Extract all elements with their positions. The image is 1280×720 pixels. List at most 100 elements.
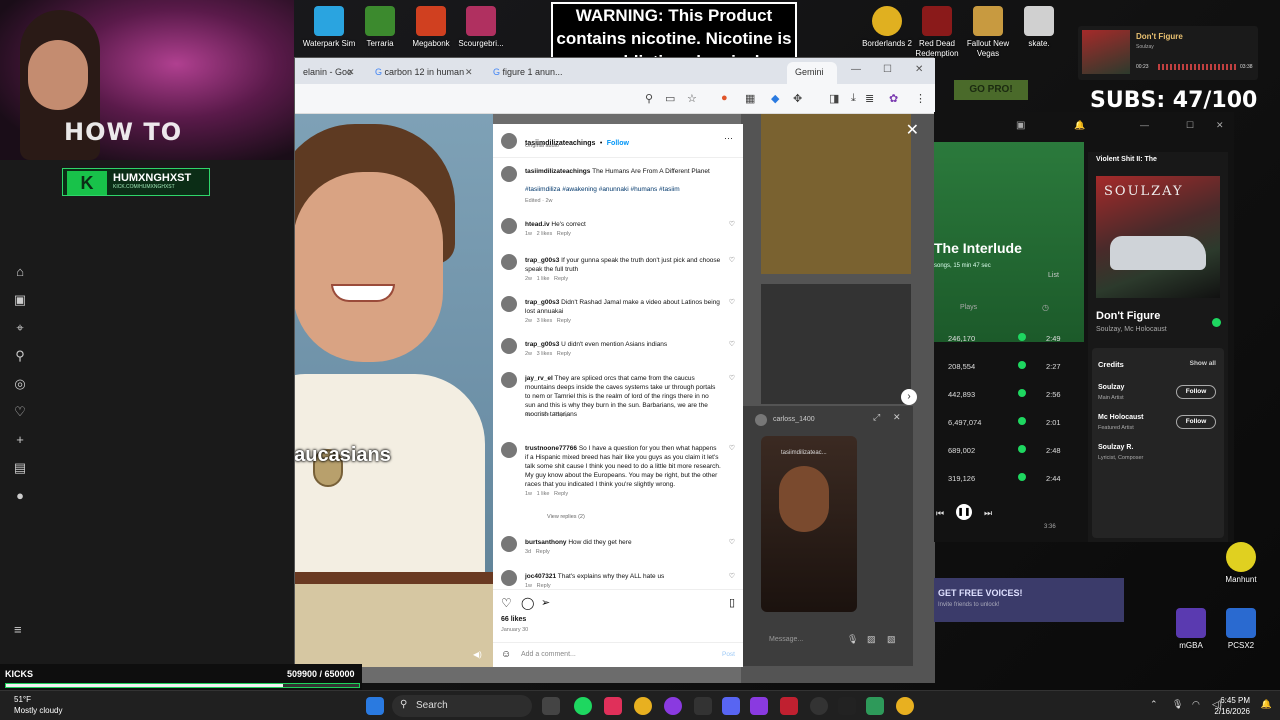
puzzle-icon[interactable]: ✥ bbox=[793, 92, 802, 105]
taskbar-search[interactable]: Search bbox=[392, 695, 532, 717]
message-input[interactable]: Message... bbox=[769, 636, 803, 643]
saved-check-icon[interactable] bbox=[1018, 333, 1026, 341]
comment-user[interactable]: trap_g00s3 bbox=[525, 257, 559, 264]
popup-user[interactable]: carloss_1400 bbox=[773, 416, 815, 423]
menu-icon[interactable]: ≡ bbox=[14, 622, 22, 637]
avatar[interactable] bbox=[501, 536, 517, 552]
avatar[interactable] bbox=[501, 442, 517, 458]
saved-check-icon[interactable] bbox=[1018, 417, 1026, 425]
comment-user[interactable]: burtsanthony bbox=[525, 539, 567, 546]
saved-check-icon[interactable] bbox=[1018, 389, 1026, 397]
tab-gemini[interactable]: Gemini bbox=[787, 62, 837, 84]
comment-meta[interactable]: 2w 1 like Reply bbox=[525, 276, 568, 282]
audio-label[interactable]: Original audio bbox=[525, 143, 559, 149]
caption-author[interactable]: tasiimdilizateachings bbox=[525, 168, 590, 175]
profile-icon[interactable]: ● bbox=[8, 482, 32, 510]
desktop-icon-manhunt[interactable]: Manhunt bbox=[1210, 542, 1272, 585]
bell-icon[interactable]: 🔔 bbox=[1074, 120, 1085, 131]
clock[interactable]: 6:45 PM 2/16/2026 bbox=[1214, 695, 1250, 717]
comment-meta[interactable]: 2w 3 likes Reply bbox=[525, 351, 571, 357]
pause-icon[interactable]: ❚❚ bbox=[956, 504, 972, 520]
avatar[interactable] bbox=[501, 570, 517, 586]
extension-icon[interactable]: ◆ bbox=[771, 92, 779, 105]
track-row[interactable]: 246,170 2:49 bbox=[934, 330, 1084, 350]
close-window-icon[interactable]: ✕ bbox=[915, 64, 923, 75]
comment-user[interactable]: jay_rv_el bbox=[525, 375, 553, 382]
cast-icon[interactable]: ▭ bbox=[665, 92, 675, 105]
track-row[interactable]: 319,126 2:44 bbox=[934, 470, 1084, 490]
more-options-icon[interactable]: ··· bbox=[724, 133, 733, 143]
wifi-icon[interactable]: ◠ bbox=[1192, 699, 1200, 710]
avatar[interactable] bbox=[501, 166, 517, 182]
tab-close-icon[interactable]: ✕ bbox=[347, 67, 355, 78]
saved-check-icon[interactable] bbox=[1018, 361, 1026, 369]
sticker-icon[interactable]: ▧ bbox=[887, 634, 896, 645]
credit-name[interactable]: Soulzay R. bbox=[1098, 444, 1133, 451]
bookmark-star-icon[interactable]: ☆ bbox=[687, 92, 697, 105]
compass-icon[interactable]: ◎ bbox=[8, 370, 32, 398]
prev-icon[interactable]: ⏮ bbox=[936, 508, 944, 519]
comment-like-icon[interactable]: ♡ bbox=[729, 256, 735, 264]
close-modal-icon[interactable]: ✕ bbox=[906, 120, 919, 140]
avatar[interactable] bbox=[501, 296, 517, 312]
app-icon[interactable] bbox=[866, 697, 884, 715]
desktop-icon-pcsx2[interactable]: PCSX2 bbox=[1210, 608, 1272, 651]
home-icon[interactable]: ⌂ bbox=[8, 258, 32, 286]
comment-user[interactable]: trap_g00s3 bbox=[525, 299, 559, 306]
profile-icon[interactable]: ✿ bbox=[889, 92, 898, 105]
avatar[interactable] bbox=[501, 254, 517, 270]
voice-ad-banner[interactable]: GET FREE VOICES! Invite friends to unloc… bbox=[934, 578, 1124, 622]
obs-icon[interactable] bbox=[810, 697, 828, 715]
credit-name[interactable]: Soulzay bbox=[1098, 384, 1124, 391]
comment-meta[interactable]: 3d Reply bbox=[525, 549, 550, 555]
comment-meta[interactable]: 1w 1 like Reply bbox=[525, 491, 568, 497]
view-replies-link[interactable]: View replies (2) bbox=[547, 514, 585, 520]
track-row[interactable]: 442,893 2:56 bbox=[934, 386, 1084, 406]
next-icon[interactable]: ⏭ bbox=[984, 508, 992, 519]
sidepanel-icon[interactable]: ◨ bbox=[829, 92, 839, 105]
track-row[interactable]: 689,002 2:48 bbox=[934, 442, 1084, 462]
comment-user[interactable]: htead.iv bbox=[525, 221, 550, 228]
likes-count[interactable]: 66 likes bbox=[501, 616, 526, 623]
notifications-icon[interactable]: ♡ bbox=[8, 398, 32, 426]
saved-check-icon[interactable] bbox=[1018, 445, 1026, 453]
avatar[interactable] bbox=[501, 218, 517, 234]
image-icon[interactable]: ▨ bbox=[867, 634, 876, 645]
go-pro-button[interactable]: GO PRO! bbox=[954, 80, 1028, 100]
mute-icon[interactable]: ◀) bbox=[473, 650, 482, 659]
share-icon[interactable]: ➢ bbox=[541, 596, 550, 609]
comment-input[interactable]: Add a comment... bbox=[521, 651, 576, 658]
explore-icon[interactable]: ⌖ bbox=[8, 314, 32, 342]
track-artists[interactable]: Soulzay, Mc Holocaust bbox=[1096, 326, 1167, 333]
extension-icon[interactable]: ▦ bbox=[745, 92, 755, 105]
follow-button[interactable]: Follow bbox=[607, 140, 629, 147]
comment-user[interactable]: joc407321 bbox=[525, 573, 556, 580]
search-icon[interactable]: ⚲ bbox=[8, 342, 32, 370]
like-heart-icon[interactable]: ♡ bbox=[501, 596, 512, 610]
comment-user[interactable]: trap_g00s3 bbox=[525, 341, 559, 348]
saved-check-icon[interactable] bbox=[1212, 318, 1221, 327]
avatar[interactable] bbox=[755, 414, 767, 426]
dashboard-icon[interactable]: ▤ bbox=[8, 454, 32, 482]
hashtags[interactable]: #tasiimdiliza #awakening #anunnaki #huma… bbox=[525, 185, 735, 194]
app-icon[interactable] bbox=[750, 697, 768, 715]
maximize-icon[interactable]: ☐ bbox=[1186, 120, 1194, 131]
show-all-link[interactable]: Show all bbox=[1190, 360, 1216, 367]
tray-chevron-icon[interactable]: ⌃ bbox=[1150, 699, 1158, 710]
tab-close-icon[interactable]: ✕ bbox=[465, 67, 473, 78]
discord-icon[interactable] bbox=[722, 697, 740, 715]
desktop-icon-scourgebringer[interactable]: Scourgebri... bbox=[450, 6, 512, 49]
comment-like-icon[interactable]: ♡ bbox=[729, 538, 735, 546]
chrome-icon[interactable] bbox=[896, 697, 914, 715]
app-icon[interactable] bbox=[694, 697, 712, 715]
maximize-icon[interactable]: ☐ bbox=[883, 64, 892, 75]
mic-icon[interactable]: 🎙 bbox=[1172, 699, 1183, 710]
track-row[interactable]: 208,554 2:27 bbox=[934, 358, 1084, 378]
chrome-icon[interactable] bbox=[634, 697, 652, 715]
comment-meta[interactable]: 2w 1 like Reply bbox=[525, 412, 568, 418]
comment-like-icon[interactable]: ♡ bbox=[729, 572, 735, 580]
track-title[interactable]: Don't Figure bbox=[1096, 310, 1160, 322]
zoom-icon[interactable]: ⚲ bbox=[645, 92, 653, 105]
comment-like-icon[interactable]: ♡ bbox=[729, 220, 735, 228]
comment-like-icon[interactable]: ♡ bbox=[729, 340, 735, 348]
